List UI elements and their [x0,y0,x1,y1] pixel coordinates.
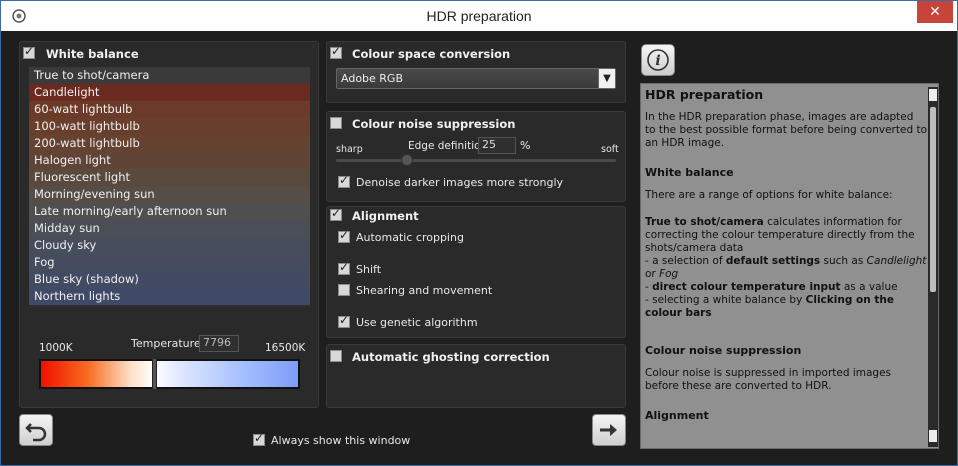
info-button[interactable]: i [641,44,675,76]
help-content: HDR preparation In the HDR preparation p… [645,88,927,432]
svg-text:i: i [655,53,660,69]
back-button[interactable] [19,414,53,446]
close-button[interactable]: ✕ [917,1,953,23]
help-li2-mid: such as [820,255,867,267]
automatic-cropping-label: Automatic cropping [356,231,464,244]
alignment-checkbox[interactable] [330,206,342,221]
white-balance-option[interactable]: Morning/evening sun [29,186,310,203]
temperature-marker[interactable] [152,359,157,389]
help-li2-or: or [645,268,660,280]
help-li2-pre: - a selection of [645,255,726,267]
temperature-colour-bar[interactable] [39,359,300,389]
temp-min-label: 1000K [39,342,73,354]
white-balance-list: True to shot/camera Candlelight 60-watt li… [29,67,310,308]
genetic-algorithm-label: Use genetic algorithm [356,316,478,329]
help-heading-alignment: Alignment [645,409,709,422]
white-balance-option[interactable]: Fog [29,254,310,271]
help-paragraph-noise: Colour noise is suppressed in imported i… [645,367,892,392]
white-balance-option[interactable]: Midday sun [29,220,310,237]
help-li1-bold: True to shot/camera [645,216,764,228]
white-balance-option[interactable]: Halogen light [29,152,310,169]
shift-checkbox[interactable] [338,260,350,275]
help-list-item-1: True to shot/camera calculates informati… [645,216,927,255]
edge-definition-input[interactable]: 25 [478,137,516,154]
genetic-algorithm-checkbox[interactable] [338,313,350,328]
white-balance-option[interactable]: Blue sky (shadow) [29,271,310,288]
white-balance-option[interactable]: Candlelight [29,84,310,101]
help-li3-rest: as a value [840,281,898,293]
noise-checkbox[interactable] [330,117,342,129]
colour-space-value: Adobe RGB [341,72,404,85]
help-heading-noise: Colour noise suppression [645,344,802,357]
help-heading-white-balance: White balance [645,166,734,179]
shearing-label: Shearing and movement [356,284,493,297]
automatic-cropping-checkbox[interactable] [338,228,350,243]
colour-space-dropdown[interactable]: Adobe RGB ▼ [336,68,616,89]
chevron-down-icon[interactable]: ▼ [598,69,615,88]
window-title: HDR preparation [426,8,532,24]
always-show-label: Always show this window [271,434,411,447]
white-balance-option[interactable]: Late morning/early afternoon sun [29,203,310,220]
scroll-thumb[interactable] [930,107,936,292]
percent-label: % [520,139,531,152]
white-balance-option[interactable]: 200-watt lightbulb [29,135,310,152]
always-show-checkbox[interactable] [253,431,265,446]
colour-space-title: Colour space conversion [352,47,511,61]
soft-label: soft [601,144,619,155]
white-balance-option[interactable]: 100-watt lightbulb [29,118,310,135]
info-icon: i [647,49,669,71]
white-balance-option[interactable]: Northern lights [29,288,310,305]
scroll-down-button[interactable] [929,430,937,442]
help-li3-bold: direct colour temperature input [652,281,841,293]
white-balance-option[interactable]: 60-watt lightbulb [29,101,310,118]
noise-title: Colour noise suppression [352,117,516,131]
ghosting-checkbox[interactable] [330,350,342,362]
help-li2-italic-2: Fog [659,268,679,280]
help-paragraph-white-balance: There are a range of options for white b… [645,189,893,201]
sharp-label: sharp [336,144,363,155]
help-heading-main: HDR preparation [645,87,764,102]
colour-space-checkbox[interactable] [330,44,342,59]
help-li4-pre: - selecting a white balance by [645,294,806,306]
white-balance-title: White balance [46,47,139,61]
edge-definition-slider[interactable] [336,159,616,162]
white-balance-option[interactable]: Fluorescent light [29,169,310,186]
help-list-item-2: - a selection of default settings such a… [645,255,927,281]
title-bar: HDR preparation ✕ [1,1,957,31]
temp-max-label: 16500K [265,342,306,354]
denoise-darker-checkbox[interactable] [338,173,350,188]
edge-definition-slider-thumb[interactable] [401,154,413,166]
white-balance-option[interactable]: Cloudy sky [29,237,310,254]
shearing-checkbox[interactable] [338,284,350,296]
shift-label: Shift [356,263,382,276]
edge-definition-label: Edge definition [408,140,488,152]
undo-icon [25,423,47,442]
temperature-input[interactable]: 7796 [199,335,239,352]
help-list-item-3: - direct colour temperature input as a v… [645,281,927,294]
help-panel: HDR preparation In the HDR preparation p… [640,83,939,449]
help-paragraph-main: In the HDR preparation phase, images are… [645,111,927,149]
next-button[interactable] [592,414,626,446]
denoise-darker-label: Denoise darker images more strongly [356,176,564,189]
white-balance-checkbox[interactable] [23,44,35,59]
scroll-up-button[interactable] [929,89,937,101]
help-li2-bold: default settings [725,255,821,267]
white-balance-option[interactable]: True to shot/camera [29,67,310,84]
help-list-item-4: - selecting a white balance by Clicking … [645,294,927,320]
hdr-preparation-window: HDR preparation ✕ White balance True to … [0,0,958,466]
help-li2-italic-1: Candlelight [866,255,927,267]
temperature-label: Temperature [131,337,201,350]
alignment-title: Alignment [352,209,419,223]
arrow-right-icon [600,424,617,436]
ghosting-title: Automatic ghosting correction [352,350,550,364]
